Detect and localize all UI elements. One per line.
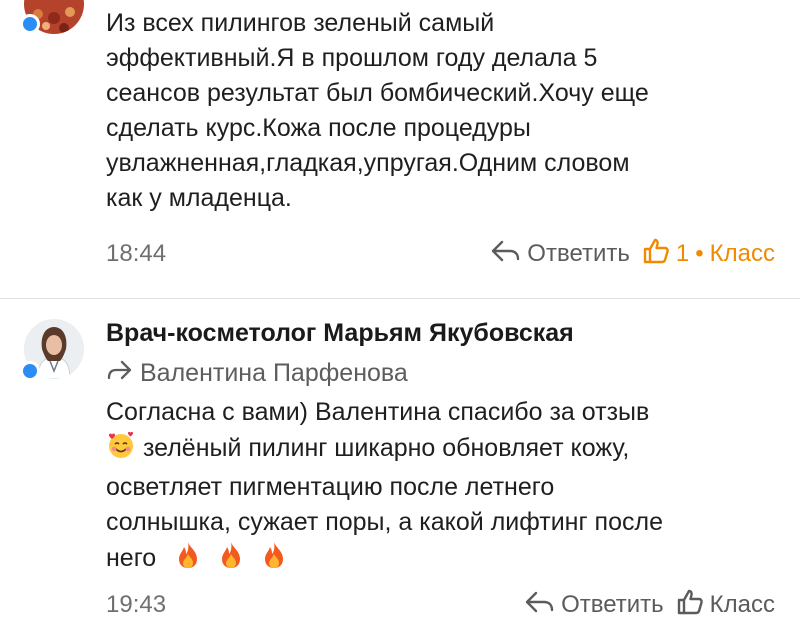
- comment-text-line: сделать курс.Кожа после процедуры: [106, 114, 531, 142]
- comment-text-line: Согласна с вами) Валентина спасибо за от…: [106, 398, 650, 426]
- reply-arrow-icon: [525, 590, 555, 621]
- online-status-dot: [20, 361, 40, 381]
- forward-arrow-icon: [106, 359, 132, 388]
- svg-text:.: .: [53, 321, 54, 326]
- comment-time: 18:44: [106, 240, 167, 267]
- like-count: 1: [675, 240, 690, 267]
- online-status-dot: [20, 14, 40, 34]
- thumbs-up-icon: [676, 588, 704, 623]
- comment-text-line: как у младенца.: [106, 184, 292, 212]
- comment-actions: Ответить 1 • Класс: [491, 237, 775, 272]
- comment-text-segment: зелёный пилинг шикарно обновляет кожу,: [142, 434, 630, 462]
- comment-text-line: сеансов результат был бомбический.Хочу е…: [106, 79, 649, 107]
- comment-text-line: солнышка, сужает поры, а какой лифтинг п…: [106, 508, 663, 536]
- comment-1: Из всех пилингов зеленый самый эффективн…: [0, 0, 800, 298]
- klass-label: Класс: [709, 591, 775, 618]
- comment-text: Из всех пилингов зеленый самый эффективн…: [106, 6, 786, 216]
- comment-meta: 18:44 Ответить 1 • Класс: [106, 237, 775, 271]
- klass-label: Класс: [709, 240, 775, 267]
- comment-text-line: осветляет пигментацию после летнего: [106, 473, 555, 501]
- reply-to[interactable]: Валентина Парфенова: [106, 359, 408, 388]
- reply-label: Ответить: [527, 240, 630, 267]
- smiling-face-hearts-emoji: [106, 430, 136, 470]
- comment-time: 19:43: [106, 591, 167, 618]
- thumbs-up-icon: [642, 237, 670, 272]
- fire-emoji: [216, 540, 246, 580]
- comment-text-segment: него: [106, 544, 157, 572]
- reply-label: Ответить: [561, 591, 664, 618]
- fire-emoji: [259, 540, 289, 580]
- reply-button[interactable]: Ответить: [491, 239, 630, 270]
- klass-button[interactable]: Класс: [676, 588, 775, 623]
- comment-text-line: эффективный.Я в прошлом году делала 5: [106, 44, 598, 72]
- comment-actions: Ответить Класс: [525, 588, 775, 623]
- comment-text-line: увлажненная,гладкая,упругая.Одним словом: [106, 149, 630, 177]
- klass-button[interactable]: 1 • Класс: [642, 237, 775, 272]
- comment-meta: 19:43 Ответить Класс: [106, 588, 775, 622]
- reply-to-name: Валентина Парфенова: [140, 359, 408, 387]
- separator-dot: •: [695, 240, 704, 267]
- comment-text: Согласна с вами) Валентина спасибо за от…: [106, 395, 786, 580]
- fire-emoji: [173, 540, 203, 580]
- comment-text-line: Из всех пилингов зеленый самый: [106, 9, 495, 37]
- comment-text-line-with-emoji: зелёный пилинг шикарно обновляет кожу,: [106, 430, 786, 470]
- reply-button[interactable]: Ответить: [525, 590, 664, 621]
- reply-arrow-icon: [491, 239, 521, 270]
- comment-author[interactable]: Врач-косметолог Марьям Якубовская: [106, 319, 574, 348]
- comment-text-line-with-emoji: него: [106, 540, 786, 580]
- comment-2: . Врач-косметолог Марьям Якубовская Вале…: [0, 299, 800, 627]
